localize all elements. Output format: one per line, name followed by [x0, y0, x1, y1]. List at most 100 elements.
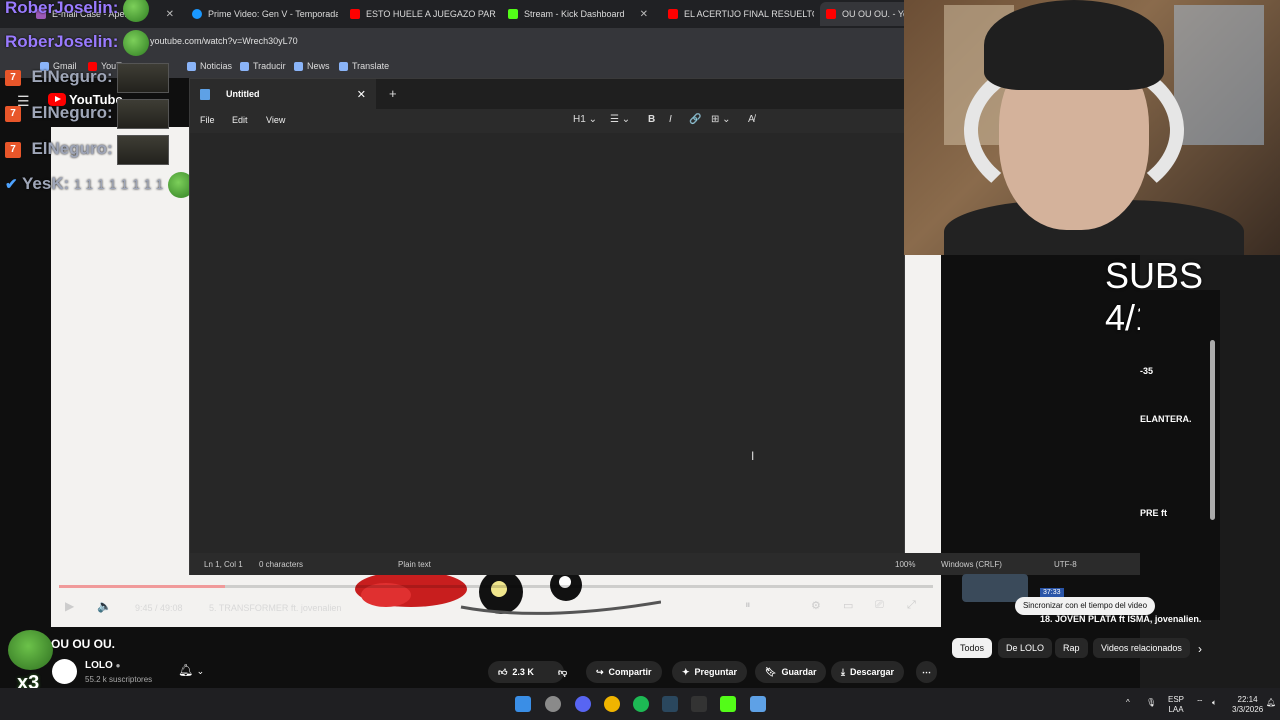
list-dropdown[interactable]: ☰ ⌄	[610, 114, 630, 125]
subscriber-count: 55.2 k suscriptores	[85, 675, 153, 684]
share-button[interactable]: ↪ Compartir	[586, 661, 662, 683]
chat-username: RoberJoselin:	[5, 32, 119, 52]
chat-message: ✔ YesK: 1 1 1 1 1 1 1 1	[5, 172, 194, 198]
spotify-icon[interactable]	[633, 696, 649, 712]
close-tab-icon[interactable]: ✕	[640, 9, 648, 20]
frog-emote-icon	[8, 630, 53, 670]
thumbs-up-icon: 👍︎	[498, 666, 508, 677]
play-icon[interactable]: ▶	[65, 599, 74, 613]
chip-rap[interactable]: Rap	[1055, 638, 1088, 658]
browser-tab[interactable]: Prime Video: Gen V - Temporada ✕	[186, 2, 338, 26]
menu-file[interactable]: File	[200, 115, 215, 125]
subscription-bell[interactable]: 🔔︎ ⌄	[178, 663, 204, 677]
url-field[interactable]: youtube.com/watch?v=Wrech30yL70	[150, 36, 298, 46]
miniplayer-icon[interactable]: ▭	[843, 599, 853, 612]
windows-start-icon[interactable]	[515, 696, 531, 712]
notification-icon[interactable]: 🔔︎	[1266, 698, 1276, 708]
chevron-right-icon[interactable]: ›	[1198, 642, 1202, 656]
volume-icon[interactable]: 🔈︎	[1212, 698, 1217, 708]
browser-tab[interactable]: ESTO HUELE A JUEGAZO PARA ✕	[344, 2, 496, 26]
dislike-button[interactable]: 👎︎	[548, 661, 577, 683]
settings-icon[interactable]: ⚙	[811, 599, 821, 612]
news-icon	[294, 61, 303, 71]
kick-badge-icon: 7	[5, 142, 21, 158]
emote-icon	[117, 99, 170, 129]
bookmark-traducir[interactable]: Traducir	[240, 61, 286, 71]
zoom-level[interactable]: 100%	[895, 560, 915, 569]
avatar[interactable]	[52, 659, 77, 684]
notepad-icon[interactable]	[750, 696, 766, 712]
video-time: 9:45 / 49:08	[135, 603, 183, 613]
chip-todos[interactable]: Todos	[952, 638, 993, 658]
youtube-icon	[350, 9, 360, 19]
related-title-snippet[interactable]: ELANTERA.	[1140, 414, 1192, 424]
volume-icon[interactable]: 🔈	[97, 599, 112, 613]
fullscreen-icon[interactable]: ⤢	[907, 599, 916, 612]
more-icon: ⋯	[922, 666, 931, 677]
encoding[interactable]: UTF-8	[1054, 560, 1077, 569]
more-button[interactable]: ⋯	[916, 661, 937, 683]
chip-videos-relacionados[interactable]: Videos relacionados	[1093, 638, 1190, 658]
taskbar: ^ 🎙︎ ESP LAA ⌔ 🔈︎ 22:14 3/3/2026 🔔︎	[0, 688, 1280, 720]
browser-tab[interactable]: EL ACERTIJO FINAL RESUELTO y ✕	[662, 2, 814, 26]
menu-edit[interactable]: Edit	[232, 115, 248, 125]
table-dropdown[interactable]: ⊞ ⌄	[711, 114, 731, 125]
bookmark-news[interactable]: News	[294, 61, 330, 71]
scrollbar[interactable]	[1210, 340, 1215, 520]
tray-chevron-icon[interactable]: ^	[1126, 698, 1130, 708]
chat-message: RoberJoselin:	[5, 30, 149, 56]
emote-icon	[117, 63, 170, 93]
bold-button[interactable]: B	[648, 114, 655, 125]
wifi-icon[interactable]: ⌔	[1196, 698, 1204, 708]
line-endings[interactable]: Windows (CRLF)	[941, 560, 1002, 569]
pause-icon[interactable]: ⏸	[745, 599, 751, 612]
notepad-tab[interactable]: Untitled ✕	[190, 79, 376, 109]
cast-icon[interactable]: ⎚	[875, 599, 884, 612]
related-video-title[interactable]: 18. JOVEN PLATA ft ISMA, jovenalien.	[1040, 614, 1201, 624]
language-indicator[interactable]: ESP LAA	[1168, 695, 1184, 715]
close-tab-icon[interactable]: ✕	[357, 88, 366, 101]
browser-tab-active[interactable]: OU OU OU. - You	[820, 2, 910, 26]
mic-icon[interactable]: 🎙︎	[1146, 698, 1156, 708]
discord-icon[interactable]	[575, 696, 591, 712]
chip-de-lolo[interactable]: De LOLO	[998, 638, 1053, 658]
ask-button[interactable]: ✦ Preguntar	[672, 661, 748, 683]
list-icon: ☰	[610, 114, 619, 125]
news-icon	[187, 61, 196, 71]
related-title-snippet[interactable]: PRE ft	[1140, 508, 1167, 518]
notepad-text-area[interactable]	[190, 133, 904, 553]
notepad-icon	[200, 88, 210, 100]
bell-icon: 🔔︎	[178, 663, 194, 677]
kick-icon[interactable]	[720, 696, 736, 712]
italic-button[interactable]: I	[669, 114, 672, 125]
chat-message: 7 ElNeguro:	[5, 63, 170, 93]
save-button[interactable]: 🔖︎ Guardar	[755, 661, 827, 683]
menu-view[interactable]: View	[266, 115, 285, 125]
clear-formatting-icon[interactable]: A̸	[748, 114, 755, 125]
video-title: OU OU OU.	[51, 637, 116, 651]
steam-icon[interactable]	[662, 696, 678, 712]
epic-games-icon[interactable]	[691, 696, 707, 712]
webcam-feed	[904, 0, 1280, 255]
channel-name[interactable]: LOLO ●	[85, 660, 120, 671]
chat-username: YesK:	[22, 174, 70, 194]
close-tab-icon[interactable]: ✕	[166, 9, 174, 20]
notepad-menubar: File Edit View H1 ⌄ ☰ ⌄ B I 🔗 ⊞ ⌄ A̸	[190, 109, 904, 133]
download-button[interactable]: ⤓ Descargar	[831, 661, 905, 683]
chevron-down-icon: ⌄	[196, 666, 205, 676]
bookmark-translate[interactable]: Translate	[339, 61, 389, 71]
bookmark-noticias[interactable]: Noticias	[187, 61, 232, 71]
link-icon[interactable]: 🔗	[689, 114, 701, 125]
chat-username: ElNeguro:	[31, 103, 113, 123]
new-tab-icon[interactable]: +	[389, 86, 397, 101]
chapter-label[interactable]: 5. TRANSFORMER ft. jovenalien	[209, 603, 341, 613]
progress-bar[interactable]	[59, 585, 933, 588]
app-icon[interactable]	[545, 696, 561, 712]
heading-dropdown[interactable]: H1 ⌄	[573, 114, 597, 125]
browser-tab[interactable]: Stream - Kick Dashboard ✕	[502, 2, 654, 26]
related-title-snippet[interactable]: -35	[1140, 366, 1153, 376]
clock[interactable]: 22:14 3/3/2026	[1232, 695, 1263, 715]
chevron-down-icon: ⌄	[722, 114, 731, 125]
text-format[interactable]: Plain text	[398, 560, 431, 569]
chrome-icon[interactable]	[604, 696, 620, 712]
